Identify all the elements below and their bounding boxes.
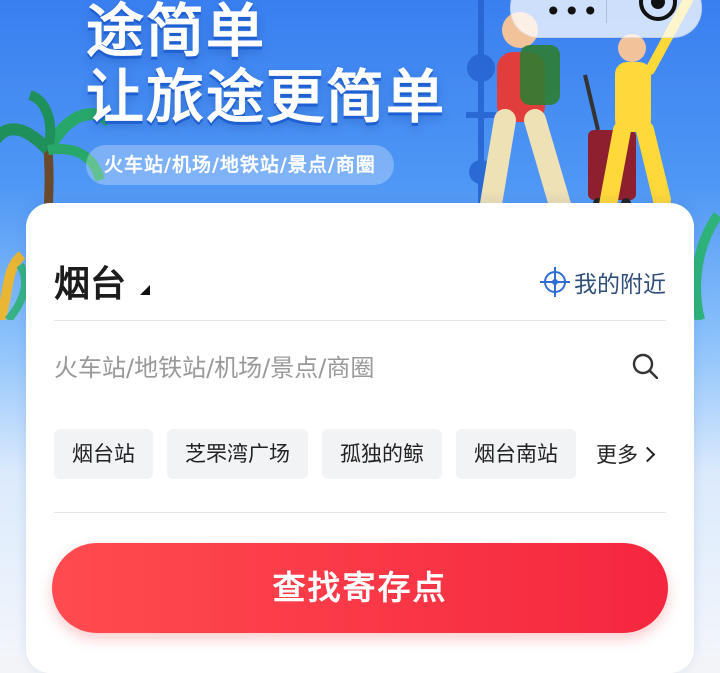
- chip-yantai-south-station[interactable]: 烟台南站: [456, 429, 576, 479]
- chevron-right-icon: [639, 446, 656, 462]
- search-icon[interactable]: [632, 353, 658, 379]
- divider: [54, 512, 666, 513]
- find-storage-button[interactable]: 查找寄存点: [52, 543, 668, 633]
- capsule-divider: [606, 0, 607, 23]
- nearby-button[interactable]: 我的附近: [540, 265, 666, 299]
- chip-lonely-whale[interactable]: 孤独的鲸: [322, 429, 442, 479]
- crosshair-icon: [540, 267, 570, 297]
- city-selector[interactable]: 烟台: [54, 255, 126, 307]
- nearby-label: 我的附近: [574, 272, 666, 298]
- caret-icon: [140, 285, 150, 295]
- chip-zhifu-bay-plaza[interactable]: 芝罘湾广场: [167, 429, 308, 479]
- search-row: [54, 348, 666, 388]
- banner-title-line2: 让旅途更简单: [86, 63, 447, 131]
- more-label: 更多: [596, 443, 638, 467]
- more-dots-icon[interactable]: •••: [545, 0, 601, 28]
- more-link[interactable]: 更多: [596, 439, 656, 469]
- search-card: 烟台 我的附近 烟台站 芝罘湾广场 孤独的鲸 烟台南站 更多 查找寄存点: [26, 203, 694, 673]
- search-input[interactable]: [54, 348, 594, 388]
- banner-title-line1: 途简单: [86, 0, 267, 65]
- divider: [54, 320, 666, 321]
- target-icon[interactable]: [639, 0, 677, 21]
- quick-picks: 烟台站 芝罘湾广场 孤独的鲸 烟台南站 更多: [54, 429, 656, 479]
- chip-yantai-station[interactable]: 烟台站: [54, 429, 153, 479]
- banner-tagline: 火车站/机场/地铁站/景点/商圈: [86, 145, 394, 185]
- miniprogram-capsule: •••: [510, 0, 702, 38]
